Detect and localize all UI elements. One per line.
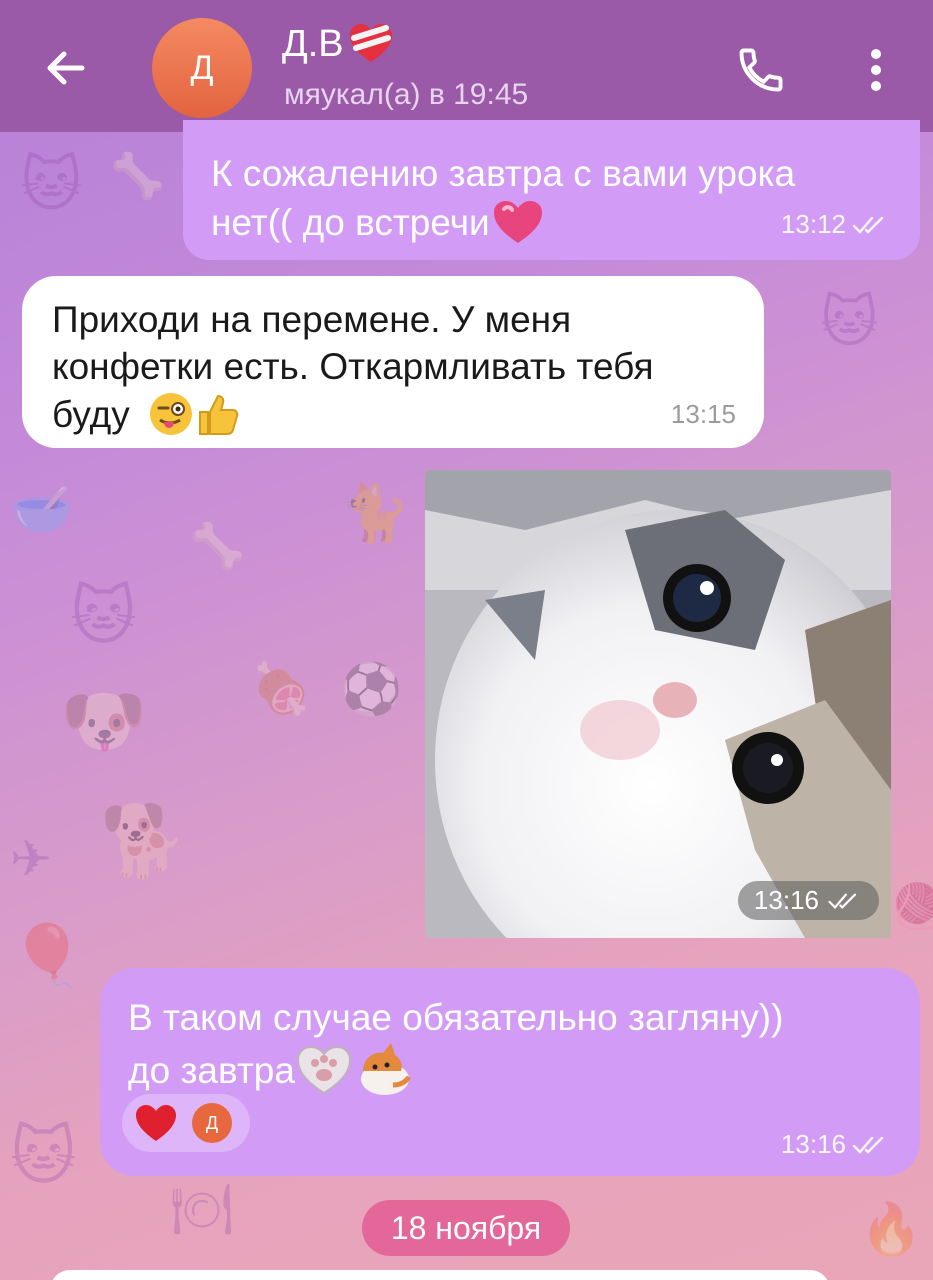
message-text-line: нет(( до встречи xyxy=(211,201,490,243)
kitten-photo[interactable]: 13:16 xyxy=(425,470,891,938)
chat-title[interactable]: Д.В xyxy=(282,22,394,66)
avatar-letter: Д xyxy=(190,48,214,87)
message-text-line: до завтра xyxy=(128,1049,295,1091)
message-bubble-outgoing[interactable]: В таком случае обязательно загляну)) до … xyxy=(100,968,920,1176)
message-bubble-incoming-partial[interactable] xyxy=(50,1270,830,1280)
double-check-icon xyxy=(828,893,857,909)
phone-icon[interactable] xyxy=(735,44,787,96)
message-text-line: Приходи на перемене. У меня xyxy=(52,299,572,340)
mending-heart-icon xyxy=(349,24,392,62)
arrow-left-icon[interactable] xyxy=(38,40,94,96)
message-text-line: К сожалению завтра с вами урока xyxy=(211,153,796,194)
message-reaction[interactable]: Д xyxy=(122,1094,250,1152)
last-seen-status: мяукал(а) в 19:45 xyxy=(284,78,529,111)
avatar[interactable]: Д xyxy=(152,18,252,118)
kitten-icon xyxy=(360,1043,412,1095)
red-heart-icon xyxy=(136,1105,176,1141)
contact-name: Д.В xyxy=(282,22,344,65)
message-text-line: конфетки есть. Откармливать тебя xyxy=(52,346,654,387)
winking-tongue-face-icon xyxy=(149,393,192,435)
message-bubble-outgoing[interactable]: К сожалению завтра с вами урока нет(( до… xyxy=(183,120,920,260)
message-time: 13:16 xyxy=(781,1121,890,1168)
pink-heart-icon xyxy=(493,201,542,243)
double-check-icon xyxy=(852,1136,884,1154)
kitten-image xyxy=(425,470,891,938)
reaction-user-avatar: Д xyxy=(192,1103,232,1143)
message-time: 13:16 xyxy=(737,881,879,920)
thumbs-up-icon xyxy=(198,394,238,435)
cat-paw-heart-icon xyxy=(296,1045,351,1095)
message-text-line: В таком случае обязательно загляну)) xyxy=(128,997,784,1038)
message-time: 13:15 xyxy=(670,399,736,429)
message-text-line: буду xyxy=(52,393,130,435)
double-check-icon xyxy=(852,216,884,234)
date-divider: 18 ноября xyxy=(362,1200,570,1256)
chat-header: Д Д.В мяукал(а) в 19:45 xyxy=(0,0,933,132)
more-vertical-icon[interactable] xyxy=(858,44,894,96)
message-time: 13:12 xyxy=(781,201,890,248)
message-bubble-incoming[interactable]: Приходи на перемене. У меня конфетки ест… xyxy=(22,276,764,448)
